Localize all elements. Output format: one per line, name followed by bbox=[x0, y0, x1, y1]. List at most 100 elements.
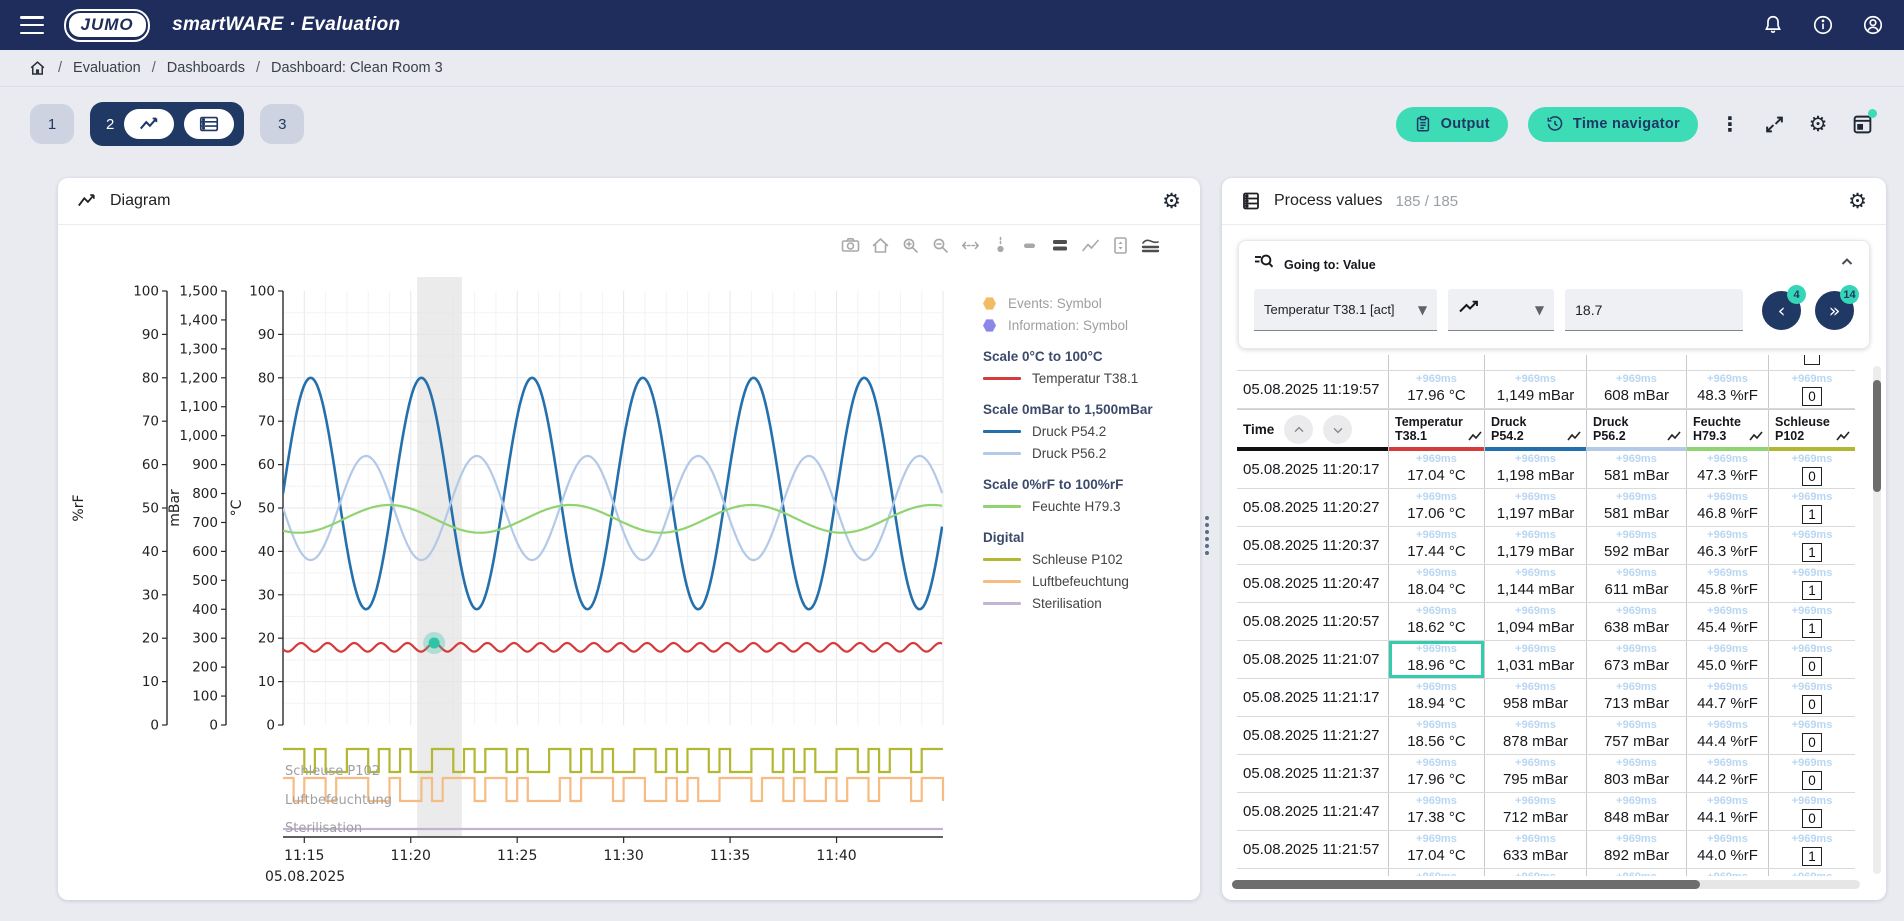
table-row[interactable]: 05.08.2025 11:20:17+969ms17.04 °C+969ms1… bbox=[1237, 451, 1855, 489]
value-cell[interactable]: +969ms1,198 mBar bbox=[1485, 451, 1587, 488]
value-cell[interactable]: +969ms46.8 %rF bbox=[1687, 489, 1769, 526]
column-header-cell[interactable]: Druck P56.2 bbox=[1587, 410, 1687, 451]
value-cell[interactable]: +969ms1 bbox=[1769, 831, 1855, 868]
value-cell[interactable]: +969ms0 bbox=[1769, 755, 1855, 792]
value-cell[interactable]: +969ms611 mBar bbox=[1587, 565, 1687, 602]
value-cell[interactable]: +969ms892 mBar bbox=[1587, 831, 1687, 868]
value-cell[interactable]: +969ms673 mBar bbox=[1587, 641, 1687, 678]
chart-plot-area[interactable]: 0102030405060708090100%rF010020030040050… bbox=[63, 231, 978, 896]
value-cell[interactable]: +969ms bbox=[1389, 869, 1485, 876]
value-cell[interactable]: +969ms44.7 %rF bbox=[1687, 679, 1769, 716]
table-vertical-scrollbar-thumb[interactable] bbox=[1873, 380, 1881, 492]
tab-page-3[interactable]: 3 bbox=[260, 104, 304, 144]
table-vertical-scrollbar[interactable] bbox=[1873, 366, 1881, 874]
legend-symbol-item[interactable]: Events: Symbol bbox=[983, 296, 1193, 311]
panel-resize-handle[interactable] bbox=[1205, 516, 1209, 555]
value-cell[interactable]: +969ms712 mBar bbox=[1485, 793, 1587, 830]
mode-select[interactable]: ▼ bbox=[1448, 289, 1554, 331]
value-cell[interactable]: +969ms958 mBar bbox=[1485, 679, 1587, 716]
value-cell[interactable]: +969ms0 bbox=[1769, 717, 1855, 754]
account-icon[interactable] bbox=[1862, 14, 1884, 36]
value-cell[interactable]: +969ms44.1 %rF bbox=[1687, 793, 1769, 830]
time-navigator-button[interactable]: Time navigator bbox=[1528, 107, 1698, 142]
column-header-cell[interactable]: Temperatur T38.1 bbox=[1389, 410, 1485, 451]
table-horizontal-scrollbar-thumb[interactable] bbox=[1232, 880, 1700, 889]
value-cell[interactable]: +969ms bbox=[1485, 869, 1587, 876]
value-cell[interactable]: +969ms47.3 %rF bbox=[1687, 451, 1769, 488]
value-input[interactable]: 18.7 bbox=[1565, 289, 1743, 331]
signal-select[interactable]: Temperatur T38.1 [act] ▼ bbox=[1254, 289, 1437, 331]
table-row[interactable]: 05.08.2025 11:20:47+969ms18.04 °C+969ms1… bbox=[1237, 565, 1855, 603]
value-cell[interactable]: +969ms848 mBar bbox=[1587, 793, 1687, 830]
value-cell[interactable]: +969ms46.3 %rF bbox=[1687, 527, 1769, 564]
value-cell[interactable]: +969ms17.44 °C bbox=[1389, 527, 1485, 564]
value-cell[interactable]: +969ms803 mBar bbox=[1587, 755, 1687, 792]
breadcrumb-item[interactable]: Dashboards bbox=[167, 60, 245, 76]
legend-symbol-item[interactable]: Information: Symbol bbox=[983, 318, 1193, 333]
value-cell[interactable]: +969ms17.38 °C bbox=[1389, 793, 1485, 830]
table-row[interactable]: 05.08.2025 11:19:57+969ms17.96 °C+969ms1… bbox=[1237, 371, 1855, 409]
legend-series-item[interactable]: Druck P56.2 bbox=[983, 446, 1193, 461]
table-row[interactable]: 05.08.2025 11:21:17+969ms18.94 °C+969ms9… bbox=[1237, 679, 1855, 717]
tab-page-2-active[interactable]: 2 bbox=[90, 102, 244, 146]
dashboard-settings-icon[interactable]: ⚙ bbox=[1806, 112, 1830, 136]
sort-descending-button[interactable] bbox=[1323, 415, 1352, 444]
value-cell[interactable]: +969ms1,094 mBar bbox=[1485, 603, 1587, 640]
value-cell[interactable]: +969ms878 mBar bbox=[1485, 717, 1587, 754]
value-cell[interactable]: +969ms0 bbox=[1769, 451, 1855, 488]
value-cell[interactable]: +969ms1 bbox=[1769, 489, 1855, 526]
table-view-toggle[interactable] bbox=[184, 109, 234, 139]
table-row[interactable]: 05.08.2025 11:20:57+969ms18.62 °C+969ms1… bbox=[1237, 603, 1855, 641]
table-row[interactable]: 05.08.2025 11:21:57+969ms17.04 °C+969ms6… bbox=[1237, 831, 1855, 869]
breadcrumb-item[interactable]: Dashboard: Clean Room 3 bbox=[271, 60, 443, 76]
value-cell[interactable]: +969ms44.0 %rF bbox=[1687, 831, 1769, 868]
value-cell[interactable]: +969ms0 bbox=[1769, 371, 1855, 408]
value-cell[interactable]: +969ms17.04 °C bbox=[1389, 831, 1485, 868]
column-header-cell[interactable]: Druck P54.2 bbox=[1485, 410, 1587, 451]
tab-page-1[interactable]: 1 bbox=[30, 104, 74, 144]
column-header-cell[interactable]: Feuchte H79.3 bbox=[1687, 410, 1769, 451]
table-row[interactable]: 05.08.2025 11:20:27+969ms17.06 °C+969ms1… bbox=[1237, 489, 1855, 527]
legend-series-item[interactable]: Luftbefeuchtung bbox=[983, 574, 1193, 589]
table-row[interactable]: 05.08.2025 11:21:27+969ms18.56 °C+969ms8… bbox=[1237, 717, 1855, 755]
value-cell[interactable]: +969ms581 mBar bbox=[1587, 489, 1687, 526]
value-cell[interactable]: +969ms1 bbox=[1769, 527, 1855, 564]
table-row[interactable]: 05.08.2025 11:21:47+969ms17.38 °C+969ms7… bbox=[1237, 793, 1855, 831]
value-cell[interactable]: +969ms44.2 %rF bbox=[1687, 755, 1769, 792]
stacked-area-icon[interactable] bbox=[1141, 236, 1160, 255]
value-cell[interactable]: +969ms713 mBar bbox=[1587, 679, 1687, 716]
legend-series-item[interactable]: Schleuse P102 bbox=[983, 552, 1193, 567]
value-cell[interactable]: +969ms1,197 mBar bbox=[1485, 489, 1587, 526]
value-cell[interactable]: +969ms45.8 %rF bbox=[1687, 565, 1769, 602]
process-values-settings-icon[interactable]: ⚙ bbox=[1848, 191, 1867, 212]
bell-icon[interactable] bbox=[1762, 14, 1784, 36]
save-dashboard-icon[interactable] bbox=[1850, 112, 1874, 136]
hover-closest-icon[interactable] bbox=[991, 236, 1010, 255]
value-cell[interactable]: +969ms bbox=[1587, 869, 1687, 876]
value-cell[interactable]: +969ms18.62 °C bbox=[1389, 603, 1485, 640]
sort-ascending-button[interactable] bbox=[1284, 415, 1313, 444]
info-icon[interactable] bbox=[1812, 14, 1834, 36]
value-cell[interactable]: +969ms17.96 °C bbox=[1389, 755, 1485, 792]
breadcrumb-item[interactable]: Evaluation bbox=[73, 60, 141, 76]
value-cell[interactable]: +969ms757 mBar bbox=[1587, 717, 1687, 754]
fit-vertical-icon[interactable] bbox=[1111, 236, 1130, 255]
legend-series-item[interactable]: Sterilisation bbox=[983, 596, 1193, 611]
value-cell[interactable]: +969ms1,179 mBar bbox=[1485, 527, 1587, 564]
value-cell[interactable]: +969ms592 mBar bbox=[1587, 527, 1687, 564]
legend-series-item[interactable]: Temperatur T38.1 bbox=[983, 371, 1193, 386]
value-cell[interactable]: +969ms18.04 °C bbox=[1389, 565, 1485, 602]
table-row[interactable]: 05.08.2025 11:21:37+969ms17.96 °C+969ms7… bbox=[1237, 755, 1855, 793]
fullscreen-icon[interactable] bbox=[1762, 112, 1786, 136]
output-button[interactable]: Output bbox=[1396, 107, 1508, 142]
value-cell[interactable]: +969ms45.0 %rF bbox=[1687, 641, 1769, 678]
value-cell[interactable]: +969ms0 bbox=[1769, 679, 1855, 716]
value-cell[interactable]: +969ms bbox=[1687, 869, 1769, 876]
more-options-icon[interactable]: ⋮ bbox=[1718, 112, 1742, 136]
value-cell[interactable]: +969ms633 mBar bbox=[1485, 831, 1587, 868]
value-cell[interactable]: +969ms44.4 %rF bbox=[1687, 717, 1769, 754]
table-row[interactable]: 05.08.2025 11:20:37+969ms17.44 °C+969ms1… bbox=[1237, 527, 1855, 565]
value-cell[interactable]: +969ms1 bbox=[1769, 603, 1855, 640]
value-cell[interactable]: +969ms581 mBar bbox=[1587, 451, 1687, 488]
line-chart-icon[interactable] bbox=[1081, 236, 1100, 255]
